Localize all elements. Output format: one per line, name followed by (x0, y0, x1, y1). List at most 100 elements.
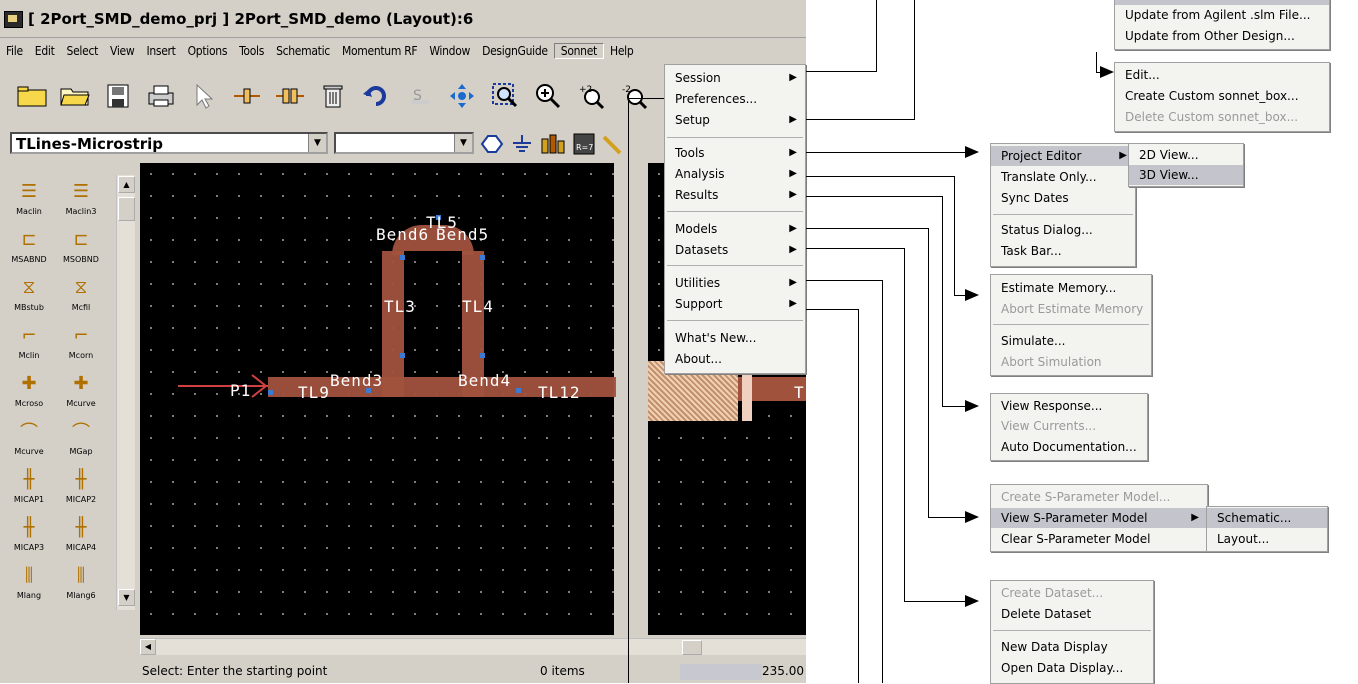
var-eqn-icon[interactable]: R=7 (572, 133, 596, 155)
secondary-combo[interactable]: ▼ (334, 132, 474, 154)
palette-item[interactable]: ☰ Maclin (5, 175, 53, 221)
undo-icon[interactable] (358, 79, 394, 113)
menu-item-models[interactable]: Models ▶ (665, 219, 805, 239)
menu-item-task-bar[interactable]: Task Bar... (991, 241, 1135, 261)
menu-item-update-other[interactable]: Update from Other Design... (1115, 26, 1329, 46)
palette-item[interactable]: ╫ MICAP3 (5, 511, 53, 557)
move-icon[interactable] (444, 79, 480, 113)
menu-item-about[interactable]: About... (665, 349, 805, 369)
menu-item-view-response[interactable]: View Response... (991, 396, 1147, 416)
menu-view[interactable]: View (104, 44, 140, 58)
status-items: 0 items (540, 664, 585, 678)
menu-help[interactable]: Help (604, 44, 639, 58)
chevron-down-icon[interactable]: ▼ (308, 134, 326, 152)
canvas-hscrollbar[interactable]: ◀ (140, 638, 806, 655)
layout-canvas[interactable]: TL5 Bend6 Bend5 TL3 TL4 P1 TL9 Bend3 Ben… (140, 163, 616, 635)
delete-icon[interactable] (315, 79, 351, 113)
menu-item-3d-view[interactable]: 3D View... (1129, 165, 1243, 185)
menu-edit[interactable]: Edit (29, 44, 61, 58)
chevron-down-icon[interactable]: ▼ (454, 134, 472, 152)
menu-item-results[interactable]: Results ▶ (665, 185, 805, 205)
menu-item-simulate[interactable]: Simulate... (991, 331, 1151, 351)
component-library-combo[interactable]: TLines-Microstrip ▼ (10, 132, 328, 154)
menu-item-schematic[interactable]: Schematic... (1207, 508, 1327, 528)
palette-item[interactable]: ⫼ Mlang6 (57, 559, 105, 605)
zoom-in-icon[interactable] (530, 79, 566, 113)
insert-component-icon[interactable] (272, 79, 308, 113)
palette-item[interactable]: ⫼ Mlang (5, 559, 53, 605)
menu-window[interactable]: Window (423, 44, 476, 58)
pencil-icon[interactable] (602, 133, 624, 155)
menu-item-auto-documentation[interactable]: Auto Documentation... (991, 437, 1147, 457)
palette-item[interactable]: ⧖ MBstub (5, 271, 53, 317)
menu-item-translate-only[interactable]: Translate Only... (991, 167, 1135, 187)
menu-item-edit[interactable]: Edit... (1115, 65, 1329, 85)
palette-item[interactable]: ⌐ Mcorn (57, 319, 105, 365)
palette-item[interactable]: ✚ Mcurve (57, 367, 105, 413)
menu-item-tools[interactable]: Tools ▶ (665, 143, 805, 163)
menu-options[interactable]: Options (182, 44, 234, 58)
redo-icon[interactable]: S (401, 79, 437, 113)
menu-momentum-rf[interactable]: Momentum RF (336, 44, 423, 58)
scroll-down-icon[interactable]: ▼ (118, 589, 135, 606)
zoom-area-icon[interactable] (487, 79, 523, 113)
zoom-x2-icon[interactable]: +2 (573, 79, 609, 113)
palette-item[interactable]: ⊏ MSOBND (57, 223, 105, 269)
insert-port-icon[interactable] (229, 79, 265, 113)
menu-insert[interactable]: Insert (140, 44, 181, 58)
ground-icon[interactable] (510, 133, 534, 155)
palette-item[interactable]: ╫ MICAP2 (57, 463, 105, 509)
palette-scrollbar[interactable]: ▲ ▼ (116, 175, 135, 610)
menu-item-new-data-display[interactable]: New Data Display (991, 637, 1153, 657)
menu-item-view-sparam-model[interactable]: View S-Parameter Model ▶ (991, 508, 1207, 528)
menu-item-datasets[interactable]: Datasets ▶ (665, 240, 805, 260)
zoom-out-icon[interactable]: -2 (616, 79, 652, 113)
menu-item-update-slm[interactable]: Update from Agilent .slm File... (1115, 5, 1329, 25)
port-shape-icon[interactable] (480, 133, 504, 155)
palette-item[interactable]: ☰ Maclin3 (57, 175, 105, 221)
hscroll-thumb[interactable] (682, 640, 702, 655)
palette-item[interactable]: ✚ Mcroso (5, 367, 53, 413)
menu-item-support[interactable]: Support ▶ (665, 294, 805, 314)
menu-item-open-data-display[interactable]: Open Data Display... (991, 658, 1153, 678)
palette-item[interactable]: ╫ MICAP1 (5, 463, 53, 509)
pointer-icon[interactable] (186, 79, 222, 113)
menu-tools[interactable]: Tools (233, 44, 270, 58)
menu-file[interactable]: File (0, 44, 29, 58)
open-folder-icon[interactable] (57, 79, 93, 113)
menu-item-create-custom-box[interactable]: Create Custom sonnet_box... (1115, 86, 1329, 106)
models-submenu: Create S-Parameter Model... View S-Param… (990, 484, 1208, 552)
menu-item-layout[interactable]: Layout... (1207, 529, 1327, 549)
scroll-up-icon[interactable]: ▲ (118, 176, 135, 193)
menu-schematic[interactable]: Schematic (270, 44, 336, 58)
menu-select[interactable]: Select (61, 44, 105, 58)
menu-item-delete-dataset[interactable]: Delete Dataset (991, 604, 1153, 624)
scroll-left-icon[interactable]: ◀ (140, 639, 156, 655)
menu-item-analysis[interactable]: Analysis ▶ (665, 164, 805, 184)
menu-item-utilities[interactable]: Utilities ▶ (665, 273, 805, 293)
menu-item-session[interactable]: Session ▶ (665, 68, 805, 88)
new-folder-icon[interactable] (14, 79, 50, 113)
menu-item-estimate-memory[interactable]: Estimate Memory... (991, 278, 1151, 298)
palette-item[interactable]: ⌒ Mcurve (5, 415, 53, 461)
menu-item-preferences[interactable]: Preferences... (665, 89, 805, 109)
print-icon[interactable] (143, 79, 179, 113)
menu-designguide[interactable]: DesignGuide (476, 44, 554, 58)
component-icon[interactable] (540, 133, 566, 155)
save-icon[interactable] (100, 79, 136, 113)
palette-item[interactable]: ⧖ Mcfil (57, 271, 105, 317)
scroll-thumb[interactable] (118, 197, 135, 221)
palette-item[interactable]: ⌒ MGap (57, 415, 105, 461)
menu-item-setup[interactable]: Setup ▶ (665, 110, 805, 130)
menu-item-sync-dates[interactable]: Sync Dates (991, 188, 1135, 208)
palette-item[interactable]: ⊏ MSABND (5, 223, 53, 269)
menu-item-whats-new[interactable]: What's New... (665, 328, 805, 348)
menu-item-label: Clear S-Parameter Model (1001, 532, 1151, 546)
menu-sonnet[interactable]: Sonnet (553, 43, 604, 59)
menu-item-clear-sparam-model[interactable]: Clear S-Parameter Model (991, 529, 1207, 549)
palette-item[interactable]: ╫ MICAP4 (57, 511, 105, 557)
menu-item-2d-view[interactable]: 2D View... (1129, 145, 1243, 165)
palette-item[interactable]: ⌐ Mclin (5, 319, 53, 365)
menu-item-status-dialog[interactable]: Status Dialog... (991, 220, 1135, 240)
menu-item-project-editor[interactable]: Project Editor ▶ (991, 146, 1135, 166)
